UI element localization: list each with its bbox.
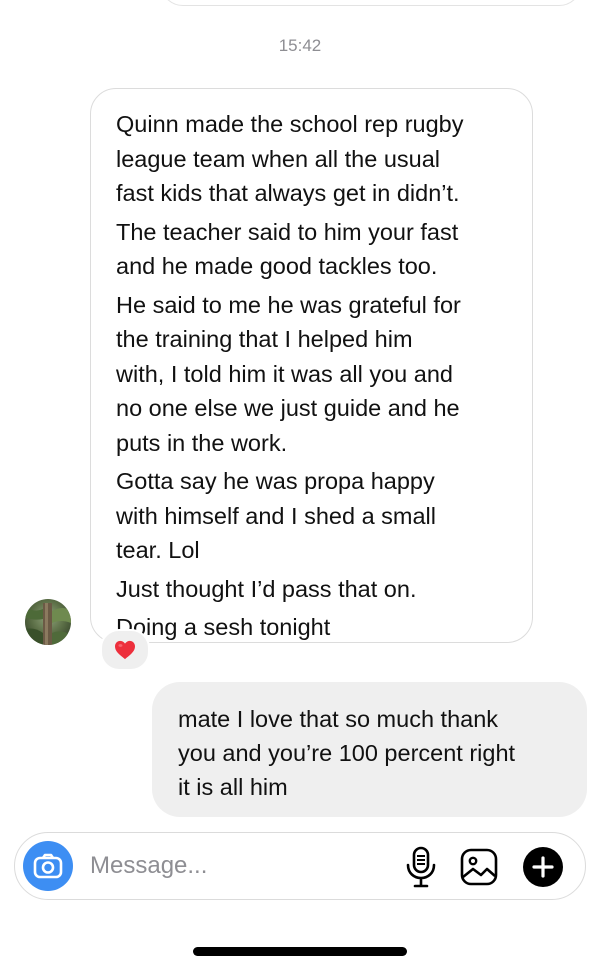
plus-button[interactable] bbox=[523, 847, 563, 887]
plus-icon bbox=[532, 856, 554, 878]
chat-screen: 15:42 Quinn made the school rep rugby le… bbox=[0, 0, 600, 969]
incoming-message-paragraph: The teacher said to him your fast and he… bbox=[116, 218, 459, 280]
camera-button[interactable] bbox=[23, 841, 73, 891]
outgoing-message-text: mate I love that so much thank you and y… bbox=[178, 706, 516, 800]
camera-icon bbox=[33, 853, 63, 879]
avatar-photo-icon bbox=[25, 599, 71, 645]
gallery-button[interactable] bbox=[459, 847, 499, 887]
heart-icon bbox=[115, 640, 135, 660]
outgoing-message-bubble[interactable]: mate I love that so much thank you and y… bbox=[152, 682, 587, 817]
incoming-message-paragraph: He said to me he was grateful for the tr… bbox=[116, 291, 461, 456]
gallery-icon bbox=[460, 848, 498, 886]
previous-message-bubble[interactable] bbox=[160, 0, 582, 6]
incoming-message-paragraph: Gotta say he was propa happy with himsel… bbox=[116, 468, 437, 563]
heart-reaction[interactable] bbox=[100, 629, 150, 671]
home-indicator[interactable] bbox=[193, 947, 407, 956]
sender-avatar[interactable] bbox=[25, 599, 71, 645]
message-input[interactable] bbox=[90, 849, 380, 883]
message-composer bbox=[14, 832, 586, 900]
message-timestamp: 15:42 bbox=[278, 36, 322, 55]
incoming-message-bubble[interactable]: Quinn made the school rep rugby league t… bbox=[90, 88, 533, 643]
incoming-message-paragraph: Quinn made the school rep rugby league t… bbox=[116, 111, 464, 206]
microphone-button[interactable] bbox=[403, 846, 439, 888]
incoming-message-paragraph: Doing a sesh tonight bbox=[116, 614, 331, 640]
incoming-message-paragraph: Just thought I’d pass that on. bbox=[116, 575, 417, 602]
microphone-icon bbox=[406, 846, 436, 888]
